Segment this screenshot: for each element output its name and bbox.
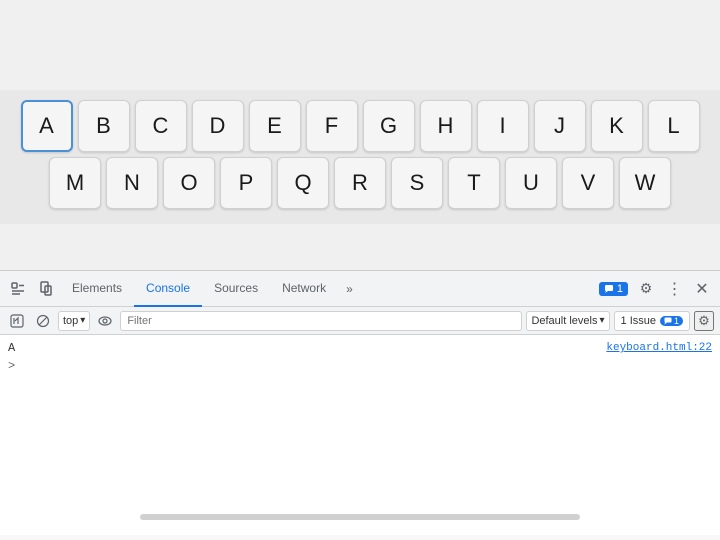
tab-elements[interactable]: Elements <box>60 271 134 307</box>
key-f[interactable]: F <box>306 100 358 152</box>
tab-console[interactable]: Console <box>134 271 202 307</box>
key-k[interactable]: K <box>591 100 643 152</box>
close-icon: ✕ <box>695 279 708 299</box>
console-caret-symbol: > <box>8 359 15 373</box>
key-s[interactable]: S <box>391 157 443 209</box>
issues-text: 1 Issue <box>621 315 656 327</box>
devtools-toolbar: Elements Console Sources Network » 1 <box>0 271 720 307</box>
default-levels-label: Default levels <box>531 315 597 327</box>
console-settings-icon: ⚙ <box>698 313 710 329</box>
key-p[interactable]: P <box>220 157 272 209</box>
console-output: A keyboard.html:22 > <box>0 335 720 535</box>
gear-icon: ⚙ <box>640 280 653 297</box>
keyboard-row-2: MNOPQRSTUVW <box>8 157 712 209</box>
horizontal-scrollbar[interactable] <box>140 514 580 520</box>
default-levels-selector[interactable]: Default levels ▾ <box>526 311 609 331</box>
key-v[interactable]: V <box>562 157 614 209</box>
inspect-element-button[interactable] <box>4 275 32 303</box>
devtools-panel: Elements Console Sources Network » 1 <box>0 270 720 540</box>
console-settings-button[interactable]: ⚙ <box>694 311 714 331</box>
eye-icon <box>98 316 112 326</box>
context-selector[interactable]: top ▾ <box>58 311 90 331</box>
key-d[interactable]: D <box>192 100 244 152</box>
key-a[interactable]: A <box>21 100 73 152</box>
badge-count: 1 <box>617 283 623 295</box>
device-toggle-button[interactable] <box>32 275 60 303</box>
key-o[interactable]: O <box>163 157 215 209</box>
key-b[interactable]: B <box>78 100 130 152</box>
devtools-close-button[interactable]: ✕ <box>688 275 716 303</box>
tab-elements-label: Elements <box>72 281 122 295</box>
key-i[interactable]: I <box>477 100 529 152</box>
browser-top <box>0 0 720 90</box>
key-h[interactable]: H <box>420 100 472 152</box>
ellipsis-icon: ⋮ <box>667 279 682 299</box>
tab-more-button[interactable]: » <box>338 271 361 307</box>
chat-icon <box>604 284 614 294</box>
key-l[interactable]: L <box>648 100 700 152</box>
tab-sources-label: Sources <box>214 281 258 295</box>
tab-network-label: Network <box>282 281 326 295</box>
console-block-button[interactable] <box>32 310 54 332</box>
key-j[interactable]: J <box>534 100 586 152</box>
key-w[interactable]: W <box>619 157 671 209</box>
devtools-settings-button[interactable]: ⚙ <box>632 275 660 303</box>
tab-sources[interactable]: Sources <box>202 271 270 307</box>
context-label: top <box>63 315 78 327</box>
issues-label: 1 Issue <box>621 315 656 327</box>
tab-console-label: Console <box>146 281 190 295</box>
key-t[interactable]: T <box>448 157 500 209</box>
console-toolbar: top ▾ Default levels ▾ 1 Issue 1 <box>0 307 720 335</box>
filter-input[interactable] <box>120 311 522 331</box>
console-line-1: A keyboard.html:22 <box>0 339 720 357</box>
console-prompt-line: > <box>0 357 720 375</box>
default-levels-arrow-icon: ▾ <box>599 315 604 326</box>
key-r[interactable]: R <box>334 157 386 209</box>
issues-badge-area: 1 <box>599 282 628 296</box>
issues-count-badge: 1 <box>599 282 628 296</box>
console-log-text: A <box>8 341 606 355</box>
console-log-source[interactable]: keyboard.html:22 <box>606 342 712 354</box>
keyboard-area: ABCDEFGHIJKL MNOPQRSTUVW <box>0 90 720 224</box>
tab-more-label: » <box>346 282 353 296</box>
execute-icon <box>10 314 24 328</box>
console-execute-button[interactable] <box>6 310 28 332</box>
issues-toolbar-badge[interactable]: 1 Issue 1 <box>614 311 690 331</box>
key-g[interactable]: G <box>363 100 415 152</box>
key-c[interactable]: C <box>135 100 187 152</box>
key-m[interactable]: M <box>49 157 101 209</box>
key-n[interactable]: N <box>106 157 158 209</box>
eye-button[interactable] <box>94 310 116 332</box>
context-arrow-icon: ▾ <box>80 315 85 326</box>
key-e[interactable]: E <box>249 100 301 152</box>
key-u[interactable]: U <box>505 157 557 209</box>
tab-network[interactable]: Network <box>270 271 338 307</box>
issues-chat-icon <box>664 317 672 325</box>
issues-count: 1 <box>660 316 683 326</box>
key-q[interactable]: Q <box>277 157 329 209</box>
keyboard-row-1: ABCDEFGHIJKL <box>8 100 712 152</box>
block-icon <box>36 314 50 328</box>
devtools-more-button[interactable]: ⋮ <box>660 275 688 303</box>
